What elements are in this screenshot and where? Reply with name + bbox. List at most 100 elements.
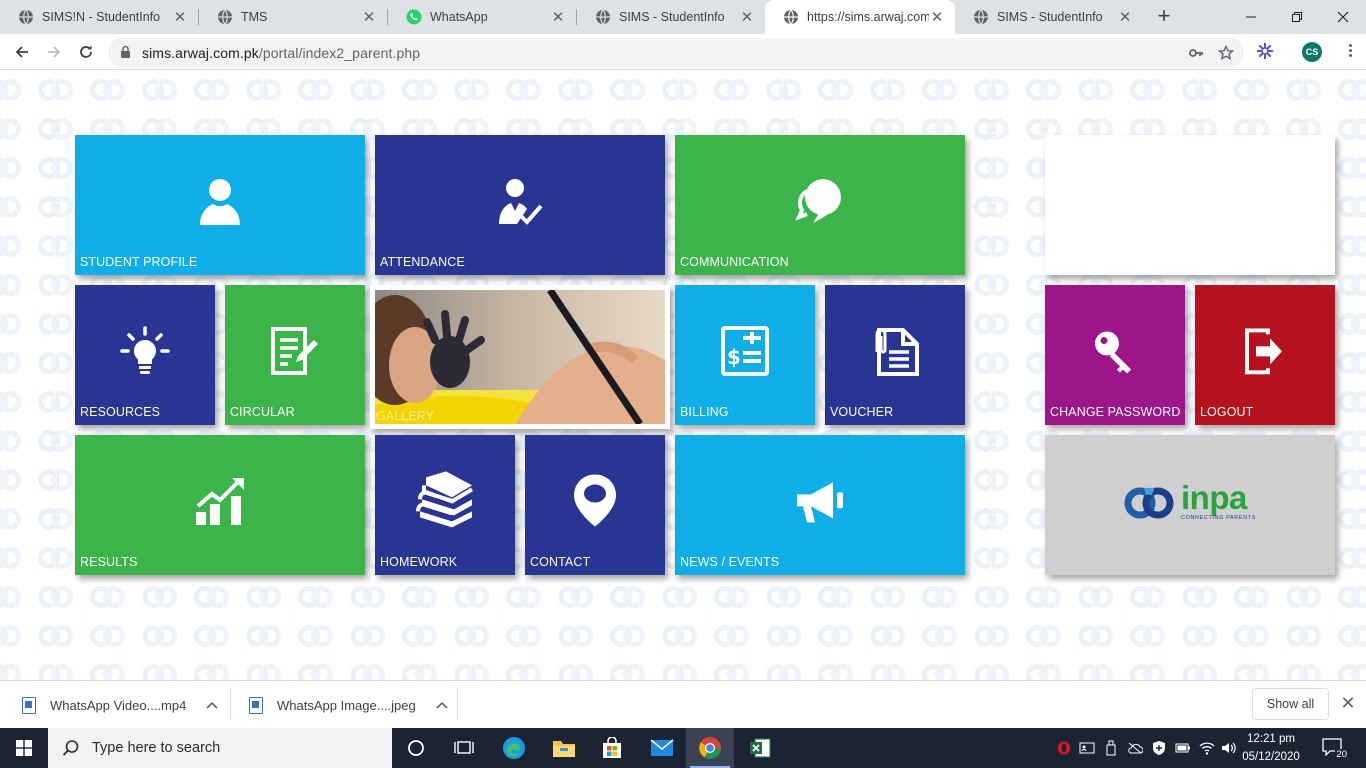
mail-icon [650,739,674,756]
store-button[interactable] [588,728,636,768]
tile-label: BILLING [680,405,729,419]
task-view-button[interactable] [440,728,488,768]
close-icon[interactable]: ✕ [550,9,566,26]
resources-tile[interactable]: RESOURCES [75,285,215,425]
gallery-tile[interactable]: GALLERY [370,285,670,429]
search-placeholder: Type here to search [92,740,221,756]
circular-tile[interactable]: CIRCULAR [225,285,365,425]
blank-tile [1045,135,1335,275]
people-tray-icon[interactable] [1079,740,1095,756]
tile-label: RESULTS [80,555,138,569]
chrome-taskbar-button[interactable] [686,728,734,768]
cloud-offline-tray-icon[interactable] [1127,740,1143,756]
people-icon [1079,742,1095,754]
task-view-icon [454,741,474,754]
url-host: sims.arwaj.com.pk [142,45,259,61]
system-clock[interactable]: 12:21 pm 05/12/2020 [1240,730,1302,766]
store-bag-icon [603,737,621,758]
close-icon[interactable]: ✕ [172,9,188,26]
download-item[interactable]: WhatsApp Image....jpeg [249,681,448,729]
chat-bubble-icon [795,179,841,224]
opera-icon [1058,741,1070,755]
chevron-up-icon[interactable] [206,701,218,709]
wifi-icon [1199,742,1215,755]
communication-tile[interactable]: COMMUNICATION [675,135,965,275]
megaphone-icon [797,482,843,523]
close-icon[interactable]: ✕ [1338,693,1358,715]
paperclip-document-icon [875,328,919,376]
invoice-icon: $ [721,326,769,376]
address-bar[interactable]: sims.arwaj.com.pk/portal/index2_parent.p… [108,38,1244,67]
browser-tab[interactable]: SIMS!N - StudentInfo ✕ [0,0,198,34]
forward-button[interactable] [40,38,68,66]
close-icon[interactable]: ✕ [361,9,377,26]
back-button[interactable] [8,38,36,66]
chrome-icon [699,737,721,759]
tile-label: CIRCULAR [230,405,295,419]
security-tray-icon[interactable] [1151,740,1167,756]
billing-tile[interactable]: $ BILLING [675,285,815,425]
reload-button[interactable] [72,38,100,66]
change-password-tile[interactable]: CHANGE PASSWORD [1045,285,1185,425]
homework-tile[interactable]: HOMEWORK [375,435,515,575]
more-menu-icon[interactable] [1342,42,1358,62]
windows-logo-icon [16,740,32,756]
restore-button[interactable] [1274,0,1320,34]
contact-tile[interactable]: CONTACT [525,435,665,575]
close-icon[interactable]: ✕ [929,9,945,26]
sign-out-icon [1245,328,1282,375]
excel-taskbar-button[interactable] [736,728,784,768]
close-icon[interactable]: ✕ [1117,9,1133,26]
voucher-tile[interactable]: VOUCHER [825,285,965,425]
arrow-right-icon [48,46,61,58]
cloud-off-icon [1128,742,1143,754]
browser-tab-active[interactable]: https://sims.arwaj.com.p ✕ [765,0,955,34]
download-item[interactable]: WhatsApp Video....mp4 [22,681,218,729]
browser-tab[interactable]: SIMS - StudentInfo ✕ [577,0,765,34]
battery-tray-icon[interactable] [1175,740,1191,756]
browser-tab[interactable]: WhatsApp ✕ [388,0,576,34]
start-button[interactable] [0,728,48,768]
key-icon[interactable] [1188,45,1204,61]
wifi-tray-icon[interactable] [1199,740,1215,756]
opera-tray-icon[interactable] [1056,740,1072,756]
results-tile[interactable]: RESULTS [75,435,365,575]
globe-icon [784,9,798,25]
user-icon [200,179,240,225]
show-all-button[interactable]: Show all [1252,688,1329,720]
usb-tray-icon[interactable] [1103,740,1119,756]
chevron-up-icon[interactable] [436,701,448,709]
close-icon[interactable]: ✕ [739,9,755,26]
edge-taskbar-button[interactable] [490,728,538,768]
close-window-button[interactable] [1320,0,1366,34]
tile-label: STUDENT PROFILE [80,255,198,269]
browser-tab[interactable]: SIMS - StudentInfo ✕ [955,0,1143,34]
gallery-image [375,290,665,424]
file-explorer-button[interactable] [540,728,588,768]
portal-page: STUDENT PROFILE ATTENDANCE COMMUNICATION… [0,70,1366,680]
news-events-tile[interactable]: NEWS / EVENTS [675,435,965,575]
tile-label: LOGOUT [1200,405,1254,419]
volume-tray-icon[interactable] [1221,740,1237,756]
new-tab-button[interactable]: + [1152,5,1176,29]
logo-tagline: CONNECTING PARENTS [1181,515,1256,521]
minimize-button[interactable] [1228,0,1274,34]
attendance-tile[interactable]: ATTENDANCE [375,135,665,275]
taskbar-search-box[interactable]: Type here to search [48,728,392,768]
action-center-button[interactable]: 20 [1322,738,1348,760]
extension-icon[interactable] [1256,42,1274,60]
student-profile-tile[interactable]: STUDENT PROFILE [75,135,365,275]
tile-label: NEWS / EVENTS [680,555,780,569]
cortana-button[interactable] [392,728,440,768]
map-pin-icon [574,474,616,527]
file-icon [22,696,36,714]
inpa-logo-tile: inpa CONNECTING PARENTS [1045,435,1335,575]
file-icon [249,696,263,714]
browser-tab[interactable]: TMS ✕ [199,0,387,34]
folder-icon [553,741,575,757]
star-icon[interactable] [1218,45,1234,61]
tab-title: SIMS - StudentInfo [997,10,1103,24]
mail-button[interactable] [638,728,686,768]
avatar[interactable]: CS [1302,42,1322,62]
logout-tile[interactable]: LOGOUT [1195,285,1335,425]
